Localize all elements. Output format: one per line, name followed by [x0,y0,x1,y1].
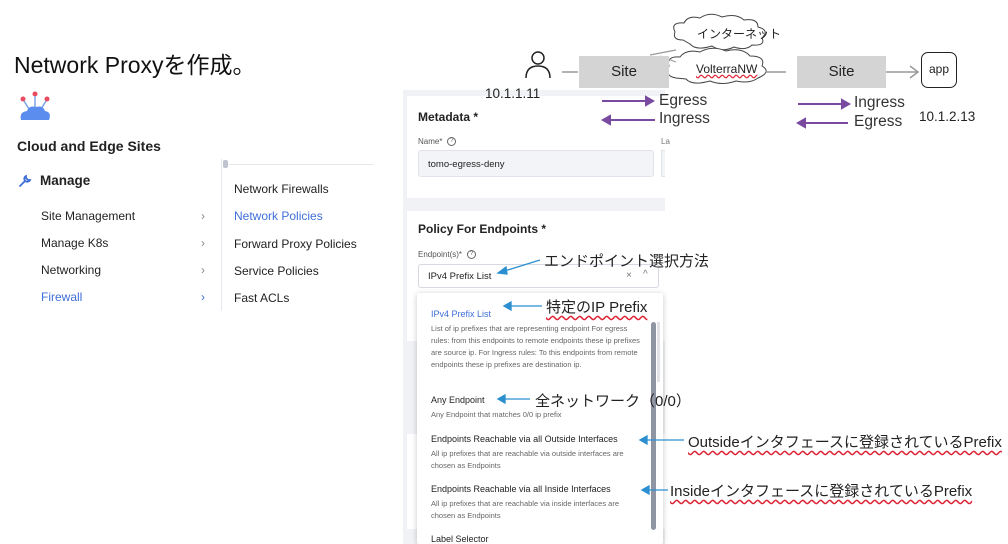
arrow-head-icon [496,393,506,405]
help-icon[interactable]: ? [447,137,457,147]
labels-field[interactable] [661,150,665,177]
nav-divider [221,159,222,311]
link-line [649,49,677,56]
submenu-forward-proxy-policies[interactable]: Forward Proxy Policies [234,237,357,251]
submenu-service-policies[interactable]: Service Policies [234,264,319,278]
annotation-outside: Outsideインタフェースに登録されているPrefix [688,434,1002,451]
nav-item-label: Firewall [41,289,83,304]
annotation-endpoint-method: エンドポイント選択方法 [544,253,710,270]
arrow-head-icon [640,484,650,496]
annotation-inside: Insideインタフェースに登録されているPrefix [670,483,973,500]
nav-item-label: Manage K8s [41,235,109,250]
flow-label-ingress-left: Ingress [659,110,710,127]
metadata-title: Metadata * [418,110,479,124]
ip-left: 10.1.1.11 [485,86,541,101]
cloud-sites-logo-icon [20,91,50,120]
section-title: Cloud and Edge Sites [17,138,161,154]
name-label: Name*? [418,137,457,147]
arrow-head-icon [496,265,508,275]
nav-manage-header[interactable]: Manage [18,173,90,188]
submenu-fast-acls[interactable]: Fast ACLs [234,291,289,305]
wrench-icon [19,174,32,187]
internet-label: インターネット [697,27,782,41]
name-label-text: Name* [418,137,443,146]
annotation-specific-prefix: 特定のIP Prefix [546,299,648,316]
arrow-head-left-icon [795,117,806,129]
app-icon: app [921,52,957,88]
annotation-arrows [496,259,684,496]
site-right: Site [797,56,886,88]
volterra-label: VolterraNW [696,62,758,76]
option-ipv4-prefix-list[interactable]: IPv4 Prefix List [431,309,491,319]
endpoints-title: Policy For Endpoints * [418,222,547,236]
arrow-head-left-icon [600,114,611,126]
user-icon [525,51,551,79]
help-icon[interactable]: ? [467,250,477,260]
submenu-network-firewalls[interactable]: Network Firewalls [234,182,329,196]
chevron-right-icon: › [201,209,205,223]
nav-item-firewall[interactable]: Firewall › [14,283,220,310]
site-left: Site [579,56,669,88]
option-label-selector[interactable]: Label Selector [431,534,489,544]
manage-label: Manage [40,173,91,188]
name-field[interactable]: tomo-egress-deny [418,150,654,177]
arrow-head-right-icon [841,98,852,110]
flow-label-ingress-right: Ingress [854,94,905,111]
slide-title: Network Proxyを作成。 [14,52,256,78]
chevron-right-icon: › [201,290,205,304]
flow-label-egress-left: Egress [659,92,708,109]
endpoints-label: Endpoint(s)*? [418,250,477,260]
nav-item-networking[interactable]: Networking › [14,256,220,283]
arrow-head-right-icon [645,95,656,107]
arrow-head-icon [638,434,648,446]
nav-item-manage-k8s[interactable]: Manage K8s › [14,229,220,256]
option-any-endpoint[interactable]: Any Endpoint [431,395,485,405]
chevron-right-icon: › [201,263,205,277]
submenu-divider [228,164,374,165]
chevron-right-icon: › [201,236,205,250]
nav-item-label: Networking [41,262,102,277]
nav-item-label: Site Management [41,208,136,223]
nav-item-site-management[interactable]: Site Management › [14,202,220,229]
annotation-all-network: 全ネットワーク（0/0） [535,393,691,410]
arrow-head-icon [502,300,512,312]
ip-right: 10.1.2.13 [919,109,976,124]
flow-label-egress-right: Egress [854,113,903,130]
submenu-network-policies[interactable]: Network Policies [234,209,323,223]
endpoints-label-text: Endpoint(s)* [418,250,463,259]
